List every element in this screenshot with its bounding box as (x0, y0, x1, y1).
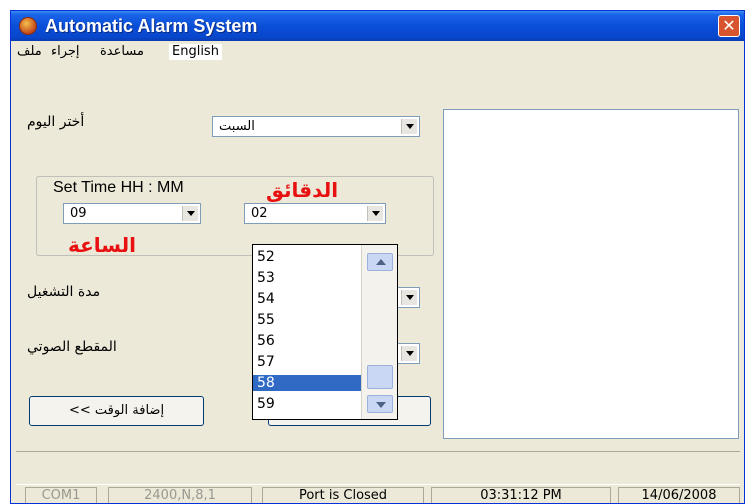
list-item[interactable]: 55 (253, 312, 361, 328)
chevron-down-icon[interactable] (401, 290, 417, 305)
window-title: Automatic Alarm System (45, 16, 258, 36)
minute-select[interactable]: 02 (244, 203, 386, 224)
app-icon (19, 17, 37, 35)
title-bar[interactable]: Automatic Alarm System ✕ (11, 11, 744, 41)
set-time-title: Set Time HH : MM (51, 179, 186, 197)
list-item[interactable]: 59 (253, 396, 361, 412)
chevron-down-icon[interactable] (401, 119, 417, 134)
bottom-divider (16, 451, 740, 485)
status-port-state: Port is Closed (262, 487, 424, 503)
duration-label: مدة التشغيل (27, 284, 101, 300)
minute-dropdown-list[interactable]: 52 53 54 55 56 57 58 59 (252, 244, 398, 420)
chevron-down-icon[interactable] (401, 346, 417, 361)
chevron-down-icon[interactable] (182, 206, 198, 221)
list-scrollbar[interactable] (361, 245, 397, 419)
status-settings: 2400,N,8,1 (108, 487, 252, 503)
menu-file[interactable]: ملف (17, 44, 42, 60)
scroll-down-icon[interactable] (367, 395, 393, 413)
menu-help[interactable]: مساعدة (100, 44, 144, 60)
menu-bar: ملف إجراء مساعدة English (11, 41, 744, 63)
day-select[interactable]: السبت (212, 116, 420, 137)
menu-action[interactable]: إجراء (51, 44, 80, 60)
list-item[interactable]: 52 (253, 249, 361, 265)
times-list-panel[interactable] (443, 109, 739, 439)
day-label: أختر اليوم (27, 114, 85, 130)
status-time: 03:31:12 PM (431, 487, 611, 503)
status-port: COM1 (25, 487, 97, 503)
hour-select[interactable]: 09 (63, 203, 201, 224)
list-item[interactable]: 53 (253, 270, 361, 286)
scroll-up-icon[interactable] (367, 253, 393, 271)
hours-label: الساعة (68, 233, 137, 257)
add-time-button[interactable]: << إضافة الوقت (29, 396, 204, 426)
menu-english[interactable]: English (169, 44, 222, 60)
app-window: Automatic Alarm System ✕ ملف إجراء مساعد… (10, 10, 745, 504)
list-item[interactable]: 57 (253, 354, 361, 370)
sound-clip-label: المقطع الصوتي (27, 339, 117, 355)
hour-select-value: 09 (70, 206, 87, 221)
list-item[interactable]: 56 (253, 333, 361, 349)
scroll-thumb[interactable] (367, 365, 393, 389)
list-item-selected[interactable]: 58 (253, 375, 361, 391)
minutes-label: الدقائق (266, 178, 339, 202)
sound-clip-select[interactable] (396, 343, 420, 364)
duration-select[interactable] (396, 287, 420, 308)
minute-select-value: 02 (251, 206, 268, 221)
status-bar: COM1 2400,N,8,1 Port is Closed 03:31:12 … (11, 485, 744, 503)
chevron-down-icon[interactable] (367, 206, 383, 221)
status-date: 14/06/2008 (618, 487, 740, 503)
close-button[interactable]: ✕ (718, 15, 740, 37)
list-item[interactable]: 54 (253, 291, 361, 307)
day-select-value: السبت (219, 119, 255, 134)
